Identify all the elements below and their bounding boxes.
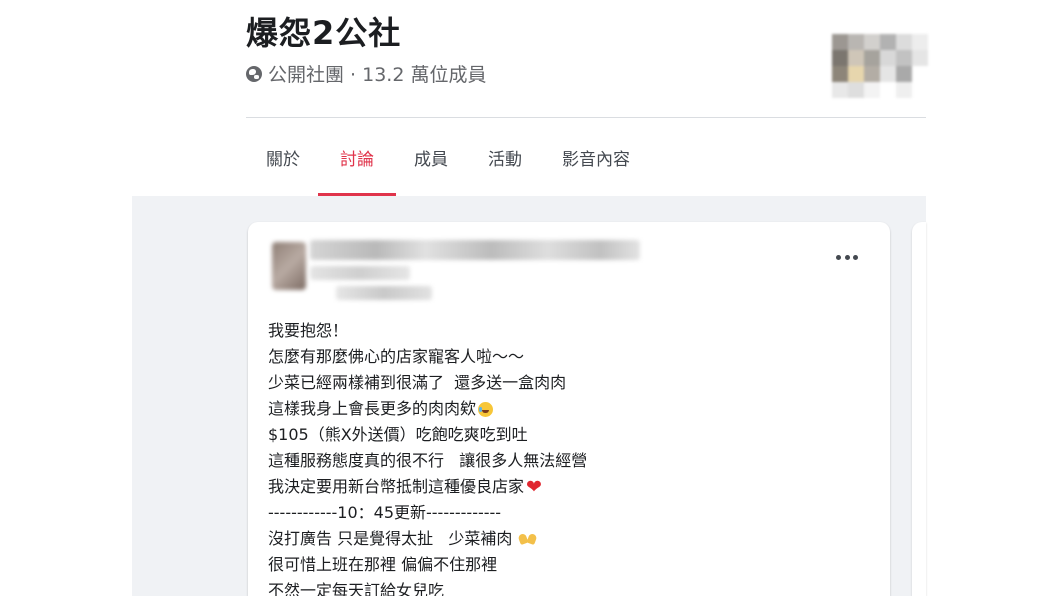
post-line-text: 沒打廣告 只是覺得太扯 少菜補肉 [268, 529, 513, 548]
group-name[interactable]: 爆怨2公社 [246, 8, 401, 54]
group-meta: 公開社團 · 13.2 萬位成員 [246, 60, 486, 87]
post-line-text: 很可惜上班在那裡 偏偏不住那裡 [268, 555, 498, 574]
dot [844, 254, 850, 260]
post-line: 少菜已經兩樣補到很滿了 還多送一盒肉肉 [268, 370, 868, 396]
tab-events[interactable]: 活動 [488, 118, 522, 196]
post-line: 不然一定每天訂給女兒吃 [268, 578, 868, 596]
post-line-text: 不然一定每天訂給女兒吃 [268, 581, 445, 596]
tab-members[interactable]: 成員 [414, 118, 448, 196]
post-line: 我要抱怨！ [268, 318, 868, 344]
post-line: 這樣我身上會長更多的肉肉欸 [268, 396, 868, 422]
raised-hands-icon [518, 533, 538, 545]
post-line-text: 怎麼有那麼佛心的店家寵客人啦～～ [268, 347, 525, 366]
dot [853, 254, 858, 260]
post-line-text: 這樣我身上會長更多的肉肉欸 [268, 399, 477, 418]
group-header: 爆怨2公社 公開社團 · 13.2 萬位成員 關於 討論 成員 活動 影音內容 [0, 0, 1060, 196]
post-line: $105（熊X外送價）吃飽吃爽吃到吐 [268, 422, 868, 448]
side-card [912, 222, 926, 596]
more-options-icon[interactable] [836, 252, 858, 262]
tab-media[interactable]: 影音內容 [562, 118, 630, 196]
post-line: 這種服務態度真的很不行 讓很多人無法經營 [268, 448, 868, 474]
post-line: ------------10：45更新------------- [268, 500, 868, 526]
post-line-text: $105（熊X外送價）吃飽吃爽吃到吐 [268, 425, 528, 444]
dot [836, 254, 841, 260]
group-meta-text: 公開社團 · 13.2 萬位成員 [268, 64, 487, 86]
post-line-text: 我決定要用新台幣抵制這種優良店家 [268, 477, 525, 496]
laughing-tears-icon [478, 401, 494, 417]
group-tabs: 關於 討論 成員 活動 影音內容 [246, 118, 670, 196]
post-line: 沒打廣告 只是覺得太扯 少菜補肉 [268, 526, 868, 552]
red-heart-icon: ❤ [526, 476, 542, 498]
post-body: 我要抱怨！ 怎麼有那麼佛心的店家寵客人啦～～ 少菜已經兩樣補到很滿了 還多送一盒… [268, 318, 868, 596]
tab-about[interactable]: 關於 [266, 118, 300, 196]
tab-discussion[interactable]: 討論 [318, 118, 396, 196]
post-line: 我決定要用新台幣抵制這種優良店家 ❤ [268, 474, 868, 500]
post-timestamp-redacted[interactable] [336, 286, 432, 300]
author-name-redacted[interactable] [310, 240, 640, 260]
post-line-text: ------------10：45更新------------- [268, 503, 502, 522]
post-line: 怎麼有那麼佛心的店家寵客人啦～～ [268, 344, 868, 370]
post-line: 很可惜上班在那裡 偏偏不住那裡 [268, 552, 868, 578]
blurred-profile-image[interactable] [832, 34, 928, 98]
post-line-text: 我要抱怨！ [268, 321, 349, 340]
post-card: 我要抱怨！ 怎麼有那麼佛心的店家寵客人啦～～ 少菜已經兩樣補到很滿了 還多送一盒… [248, 222, 890, 596]
author-avatar[interactable] [272, 242, 306, 290]
post-line-text: 少菜已經兩樣補到很滿了 還多送一盒肉肉 [268, 373, 567, 392]
post-line-text: 這種服務態度真的很不行 讓很多人無法經營 [268, 451, 588, 470]
post-meta-redacted [310, 266, 410, 280]
globe-icon [246, 65, 262, 82]
